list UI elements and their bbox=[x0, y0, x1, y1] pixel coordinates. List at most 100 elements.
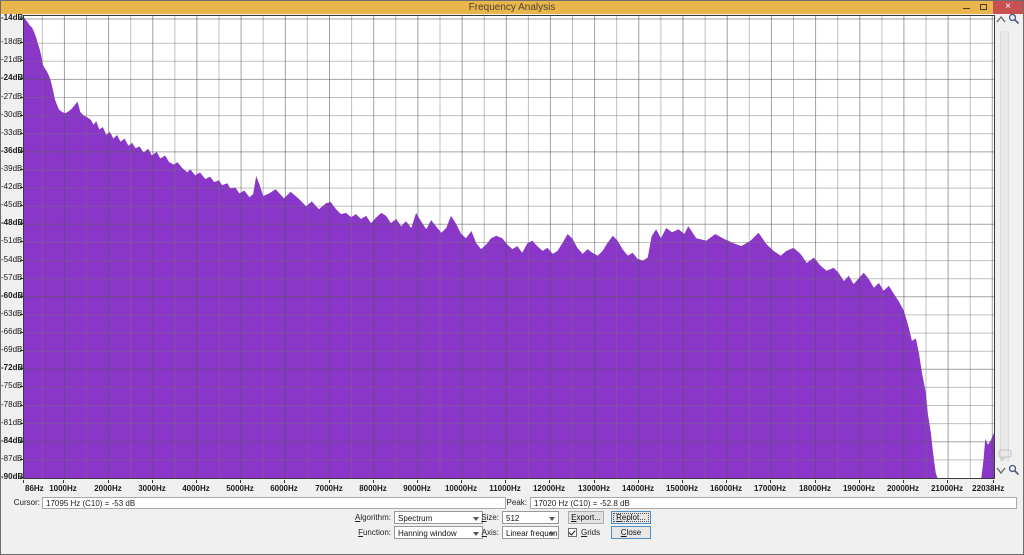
y-axis-label: -54dB bbox=[1, 256, 21, 264]
spectrum-area bbox=[24, 17, 994, 478]
y-axis-tick bbox=[20, 151, 23, 152]
x-axis-label: 17000Hz bbox=[754, 484, 786, 493]
x-axis-label: 6000Hz bbox=[270, 484, 298, 493]
x-axis-tick bbox=[947, 480, 948, 483]
x-axis-label: 12000Hz bbox=[533, 484, 565, 493]
y-axis-label: -33dB bbox=[1, 129, 21, 137]
replot-button[interactable]: Replot... bbox=[611, 511, 651, 524]
window-title: Frequency Analysis bbox=[1, 1, 1023, 14]
size-label: Size: bbox=[463, 511, 499, 524]
x-axis-label: 21000Hz bbox=[931, 484, 963, 493]
x-axis-label: 5000Hz bbox=[226, 484, 254, 493]
chevron-down-icon bbox=[549, 532, 555, 536]
y-axis-label: -42dB bbox=[1, 183, 21, 191]
x-axis-tick bbox=[152, 480, 153, 483]
x-axis-label: 3000Hz bbox=[138, 484, 166, 493]
x-axis-tick bbox=[373, 480, 374, 483]
y-axis-label: -51dB bbox=[1, 237, 21, 245]
minimize-button[interactable] bbox=[959, 1, 973, 14]
y-axis-tick bbox=[20, 405, 23, 406]
x-axis-tick bbox=[770, 480, 771, 483]
grids-checkbox-label: Grids bbox=[581, 526, 600, 539]
zoom-out-magnifier-icon[interactable] bbox=[1008, 464, 1020, 476]
spectrum-plot[interactable] bbox=[23, 15, 995, 479]
size-value: 512 bbox=[506, 514, 519, 523]
x-axis-tick bbox=[284, 480, 285, 483]
spectrum-svg bbox=[24, 16, 994, 478]
close-button[interactable]: Close bbox=[611, 526, 651, 539]
peak-label: Peak: bbox=[497, 497, 527, 509]
right-scrollbar[interactable] bbox=[1000, 31, 1009, 461]
y-axis-label: -75dB bbox=[1, 382, 21, 390]
y-axis-label: -66dB bbox=[1, 328, 21, 336]
x-axis-label: 2000Hz bbox=[94, 484, 122, 493]
cursor-readout-field: 17095 Hz (C10) = -53 dB bbox=[42, 497, 506, 509]
y-axis-label: -72dB bbox=[1, 364, 21, 372]
x-axis-label: 20000Hz bbox=[887, 484, 919, 493]
speech-bubble-icon bbox=[998, 449, 1013, 461]
restore-button[interactable] bbox=[976, 1, 990, 14]
y-axis-label: -36dB bbox=[1, 147, 21, 155]
restore-icon bbox=[980, 4, 987, 10]
algorithm-value: Spectrum bbox=[398, 514, 432, 523]
zoom-in-magnifier-icon[interactable] bbox=[1008, 13, 1020, 25]
x-axis-tick bbox=[594, 480, 595, 483]
x-axis-tick bbox=[993, 480, 994, 483]
x-axis-tick bbox=[329, 480, 330, 483]
x-axis-tick bbox=[196, 480, 197, 483]
x-axis-label: 86Hz bbox=[25, 484, 44, 493]
x-axis-label: 13000Hz bbox=[578, 484, 610, 493]
y-axis-tick bbox=[20, 115, 23, 116]
y-axis-label: -60dB bbox=[1, 292, 21, 300]
x-axis-label: 10000Hz bbox=[445, 484, 477, 493]
y-axis-label: -39dB bbox=[1, 165, 21, 173]
x-axis-tick bbox=[417, 480, 418, 483]
x-axis-label: 11000Hz bbox=[489, 484, 521, 493]
y-axis-label: -57dB bbox=[1, 274, 21, 282]
chevron-down-icon[interactable] bbox=[996, 467, 1006, 474]
y-axis-label: -78dB bbox=[1, 401, 21, 409]
algorithm-label: Algorithm: bbox=[341, 511, 391, 524]
y-axis-tick bbox=[20, 18, 23, 19]
title-bar[interactable]: Frequency Analysis × bbox=[1, 1, 1023, 14]
x-axis-label: 8000Hz bbox=[359, 484, 387, 493]
x-axis-tick bbox=[461, 480, 462, 483]
chevron-down-icon bbox=[549, 517, 555, 521]
x-axis-label: 16000Hz bbox=[710, 484, 742, 493]
y-axis-label: -14dB bbox=[1, 14, 21, 22]
y-axis-label: -81dB bbox=[1, 419, 21, 427]
y-axis-tick bbox=[20, 205, 23, 206]
y-axis-label: -48dB bbox=[1, 219, 21, 227]
y-axis-tick bbox=[20, 386, 23, 387]
y-axis-label: -87dB bbox=[1, 455, 21, 463]
y-axis-tick bbox=[20, 350, 23, 351]
export-button[interactable]: Export... bbox=[568, 511, 604, 524]
y-axis-label: -45dB bbox=[1, 201, 21, 209]
y-axis-label: -84dB bbox=[1, 437, 21, 445]
x-axis-tick bbox=[859, 480, 860, 483]
x-axis-tick bbox=[682, 480, 683, 483]
frequency-analysis-window: Frequency Analysis × -14dB-18dB-21dB-24d… bbox=[0, 0, 1024, 555]
y-axis-tick bbox=[20, 223, 23, 224]
x-axis-tick bbox=[903, 480, 904, 483]
x-axis-label: 4000Hz bbox=[182, 484, 210, 493]
y-axis-tick bbox=[20, 296, 23, 297]
cursor-label: Cursor: bbox=[7, 497, 40, 509]
y-axis-tick bbox=[20, 314, 23, 315]
checkmark-icon bbox=[569, 528, 576, 535]
x-axis-label: 7000Hz bbox=[315, 484, 343, 493]
y-axis-tick bbox=[20, 477, 23, 478]
axis-select[interactable]: Linear frequency bbox=[502, 526, 559, 539]
y-axis-tick bbox=[20, 78, 23, 79]
grids-checkbox[interactable] bbox=[568, 528, 577, 537]
y-axis-tick bbox=[20, 423, 23, 424]
peak-readout-field: 17020 Hz (C10) = -52.8 dB bbox=[530, 497, 1017, 509]
y-axis-tick bbox=[20, 60, 23, 61]
x-axis-tick bbox=[726, 480, 727, 483]
x-axis-tick bbox=[638, 480, 639, 483]
y-axis-tick bbox=[20, 169, 23, 170]
size-select[interactable]: 512 bbox=[502, 511, 559, 524]
x-axis-tick bbox=[108, 480, 109, 483]
chevron-up-icon[interactable] bbox=[996, 16, 1006, 23]
function-label: Function: bbox=[341, 526, 391, 539]
